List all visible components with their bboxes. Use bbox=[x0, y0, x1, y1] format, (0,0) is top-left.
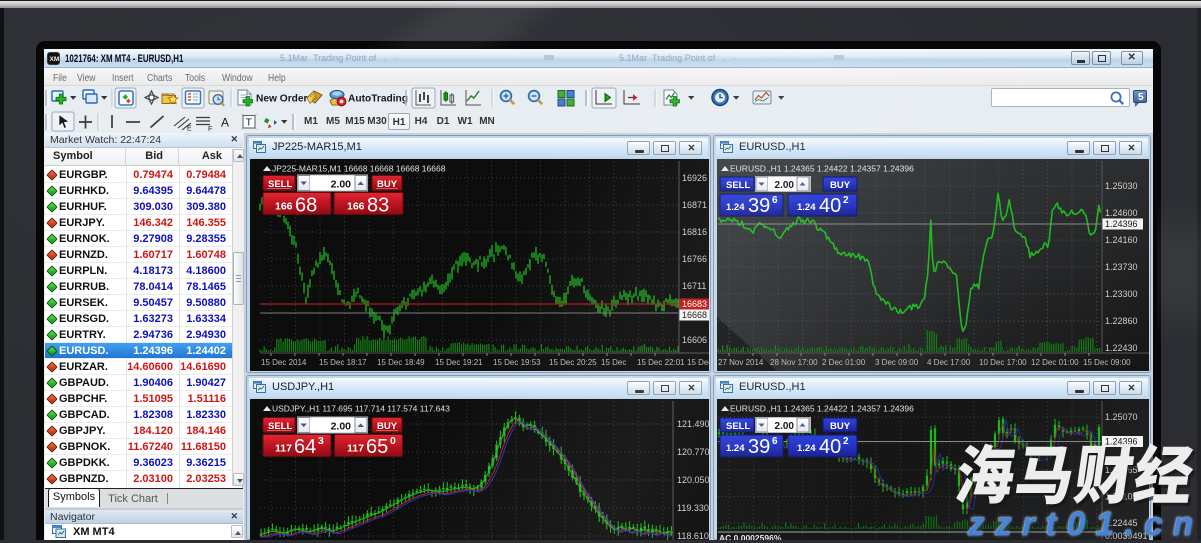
svg-text:EURUSD.,H1 1.24365 1.24422 1.: EURUSD.,H1 1.24365 1.24422 1.24357 1.243… bbox=[730, 404, 914, 414]
svg-text:65: 65 bbox=[366, 436, 388, 458]
svg-text:117: 117 bbox=[275, 443, 292, 455]
svg-text:3 Dec 09:00: 3 Dec 09:00 bbox=[875, 358, 919, 367]
svg-text:119.330: 119.330 bbox=[677, 503, 709, 513]
svg-text:BUY: BUY bbox=[830, 421, 851, 432]
svg-text:16871: 16871 bbox=[682, 200, 707, 210]
svg-text:15 Dec 19:21: 15 Dec 19:21 bbox=[435, 358, 483, 367]
svg-text:27 Nov 2014: 27 Nov 2014 bbox=[718, 358, 764, 367]
svg-text:JP225-MAR15,M1 16668 16668 16: JP225-MAR15,M1 16668 16668 16668 16668 bbox=[272, 164, 446, 174]
svg-text:F: F bbox=[208, 126, 212, 133]
svg-text:120.770: 120.770 bbox=[677, 447, 709, 457]
svg-text:15 Dec 20:25: 15 Dec 20:25 bbox=[549, 358, 597, 367]
svg-text:2.00: 2.00 bbox=[775, 180, 795, 191]
svg-text:16766: 16766 bbox=[682, 254, 707, 264]
svg-text:2.00: 2.00 bbox=[331, 179, 352, 191]
svg-text:83: 83 bbox=[367, 195, 389, 217]
svg-text:1.24396: 1.24396 bbox=[1105, 219, 1138, 229]
svg-text:16816: 16816 bbox=[682, 227, 707, 237]
svg-text:64: 64 bbox=[294, 436, 316, 458]
svg-text:AC 0.0002596%: AC 0.0002596% bbox=[719, 533, 782, 540]
svg-text:15 Dec 18:49: 15 Dec 18:49 bbox=[377, 358, 425, 367]
svg-text:1.23730: 1.23730 bbox=[1105, 262, 1138, 272]
svg-text:USDJPY.,H1 117.695 117.714 11: USDJPY.,H1 117.695 117.714 117.574 117.6… bbox=[272, 404, 450, 414]
svg-text:117: 117 bbox=[347, 443, 364, 455]
svg-text:40: 40 bbox=[819, 195, 841, 217]
svg-text:16683: 16683 bbox=[682, 299, 707, 309]
svg-text:15 Dec 09:00: 15 Dec 09:00 bbox=[1083, 358, 1131, 367]
svg-text:1.24: 1.24 bbox=[726, 443, 745, 454]
svg-text:1.24: 1.24 bbox=[726, 202, 745, 213]
svg-text:16926: 16926 bbox=[682, 173, 707, 183]
svg-text:BUY: BUY bbox=[830, 180, 851, 191]
svg-text:3: 3 bbox=[318, 435, 324, 447]
svg-text:121.490: 121.490 bbox=[677, 419, 709, 429]
svg-text:AutoTrading: AutoTrading bbox=[348, 94, 408, 105]
svg-text:166: 166 bbox=[275, 201, 293, 213]
svg-text:68: 68 bbox=[295, 195, 317, 217]
svg-text:2: 2 bbox=[843, 195, 849, 206]
svg-text:39: 39 bbox=[748, 436, 770, 458]
svg-text:1.25070: 1.25070 bbox=[1105, 412, 1138, 422]
svg-text:2: 2 bbox=[843, 436, 849, 447]
svg-text:166: 166 bbox=[347, 201, 365, 213]
svg-text:10 Dec 17:00: 10 Dec 17:00 bbox=[979, 358, 1027, 367]
svg-text:A: A bbox=[221, 116, 229, 130]
svg-text:16668: 16668 bbox=[682, 310, 707, 320]
svg-text:1.23300: 1.23300 bbox=[1105, 289, 1138, 299]
svg-text:15 Dec: 15 Dec bbox=[601, 358, 626, 367]
svg-text:118.610: 118.610 bbox=[677, 531, 709, 540]
svg-text:15 Dec 22:33: 15 Dec 22:33 bbox=[687, 358, 709, 367]
svg-text:SELL: SELL bbox=[726, 421, 750, 432]
svg-text:15 Dec 18:17: 15 Dec 18:17 bbox=[319, 358, 367, 367]
svg-text:40: 40 bbox=[819, 436, 841, 458]
svg-text:1.22860: 1.22860 bbox=[1105, 316, 1138, 326]
svg-text:15 Dec 19:53: 15 Dec 19:53 bbox=[493, 358, 541, 367]
svg-text:1.22430: 1.22430 bbox=[1105, 343, 1138, 353]
svg-text:E: E bbox=[187, 126, 192, 133]
svg-text:4 Dec 17:00: 4 Dec 17:00 bbox=[927, 358, 971, 367]
svg-text:39: 39 bbox=[748, 195, 770, 217]
svg-text:6: 6 bbox=[772, 195, 778, 206]
svg-text:New Order: New Order bbox=[256, 94, 308, 105]
svg-text:120.050: 120.050 bbox=[677, 475, 709, 485]
svg-text:1.24600: 1.24600 bbox=[1105, 208, 1138, 218]
svg-text:1.25030: 1.25030 bbox=[1105, 181, 1138, 191]
svg-text:SELL: SELL bbox=[726, 180, 750, 191]
svg-text:6: 6 bbox=[772, 436, 778, 447]
svg-text:0: 0 bbox=[390, 435, 396, 447]
svg-text:2 Dec 01:00: 2 Dec 01:00 bbox=[822, 358, 866, 367]
svg-text:2.00: 2.00 bbox=[331, 421, 352, 433]
svg-text:15 Dec 2014: 15 Dec 2014 bbox=[261, 358, 307, 367]
svg-text:16711: 16711 bbox=[682, 281, 706, 291]
svg-text:1.24: 1.24 bbox=[797, 443, 816, 454]
svg-text:EURUSD.,H1 1.24365 1.24422 1.: EURUSD.,H1 1.24365 1.24422 1.24357 1.243… bbox=[730, 164, 914, 174]
svg-text:12 Dec 01:00: 12 Dec 01:00 bbox=[1031, 358, 1079, 367]
svg-text:1.24160: 1.24160 bbox=[1105, 235, 1138, 245]
svg-text:16606: 16606 bbox=[682, 335, 707, 345]
svg-text:1.24: 1.24 bbox=[797, 202, 816, 213]
svg-text:2.00: 2.00 bbox=[775, 421, 795, 432]
svg-text:15 Dec 22:01: 15 Dec 22:01 bbox=[637, 358, 685, 367]
svg-text:T: T bbox=[246, 118, 252, 129]
svg-text:28 Nov 17:00: 28 Nov 17:00 bbox=[770, 358, 818, 367]
